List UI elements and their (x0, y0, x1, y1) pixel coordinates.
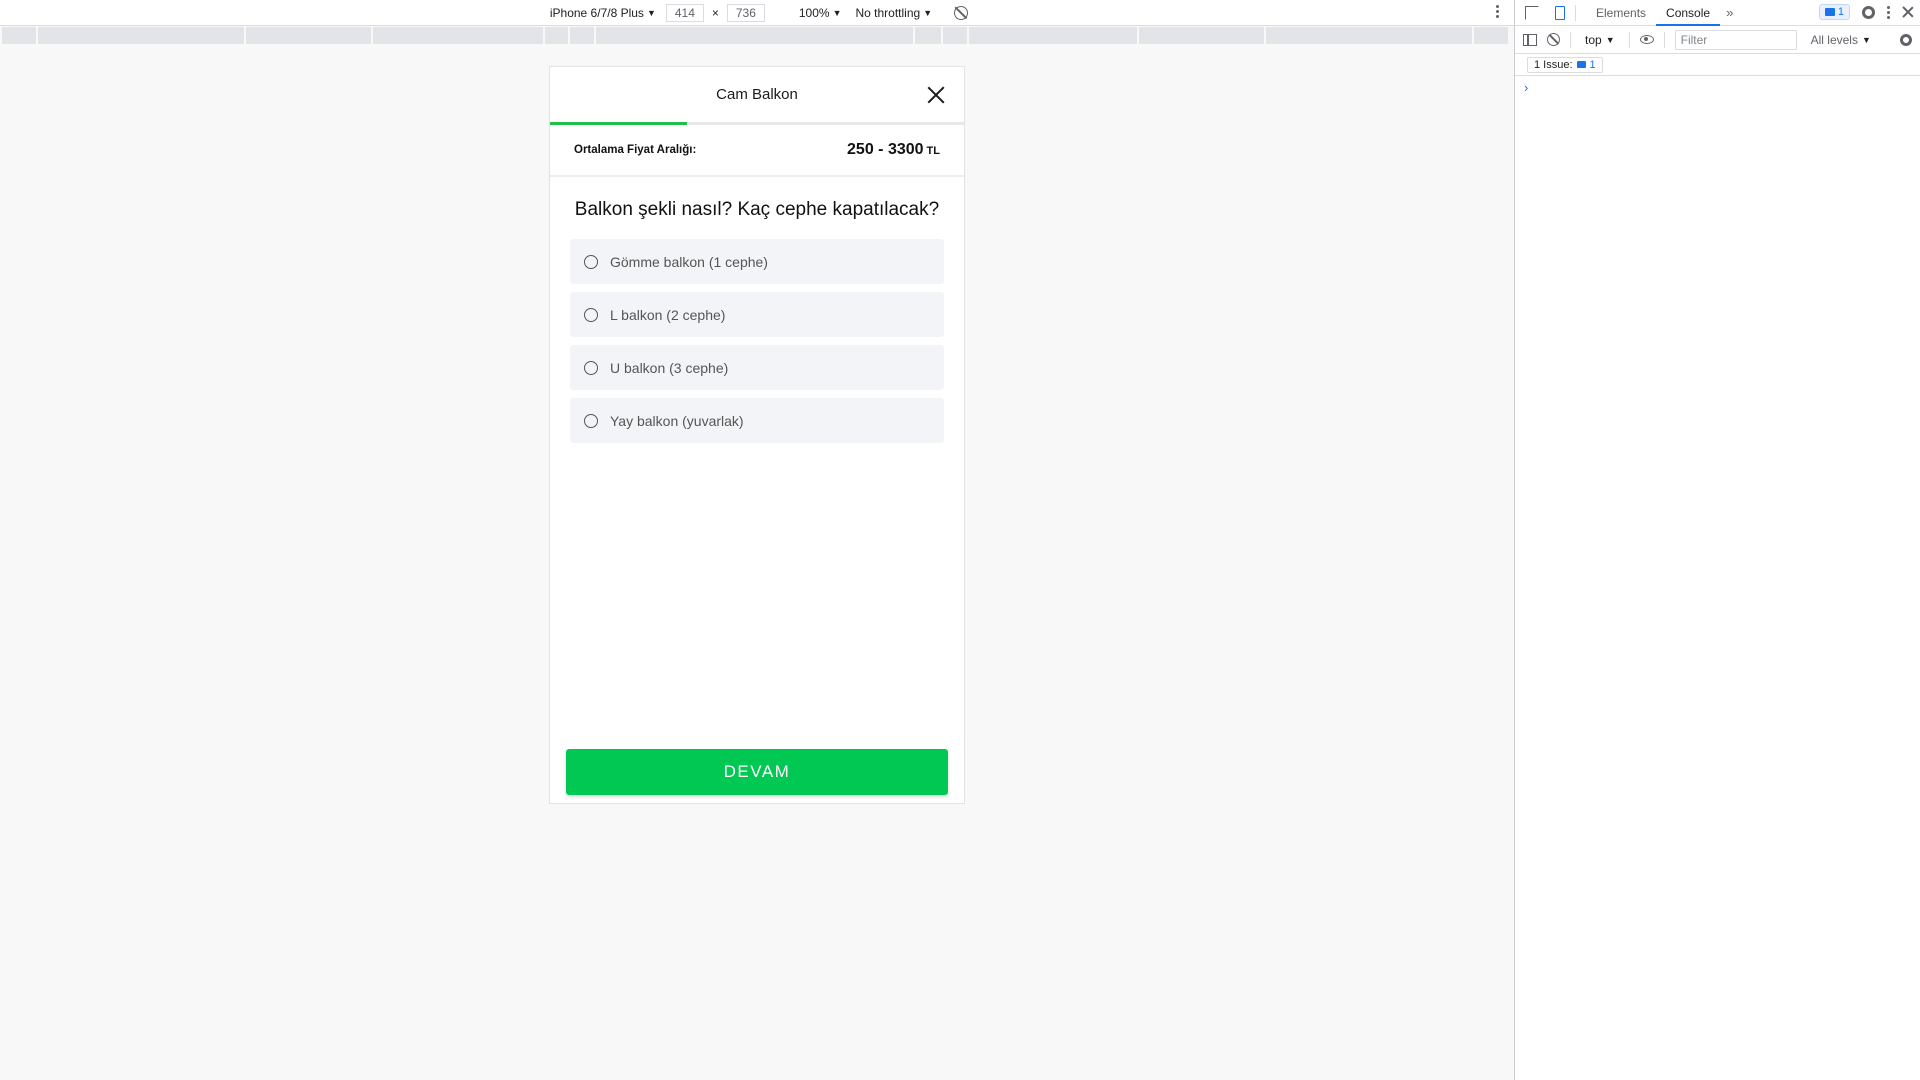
console-toolbar: top ▼ All levels ▼ (1515, 26, 1920, 54)
more-tabs-icon[interactable]: » (1726, 5, 1733, 20)
devtools-panel: Elements Console » 1 top ▼ All levels ▼ (1514, 0, 1920, 1080)
media-query-segment[interactable] (246, 27, 371, 44)
device-controls: iPhone 6/7/8 Plus ▼ 414 × 736 100% ▼ No … (546, 3, 969, 22)
issues-button[interactable]: 1 Issue: 1 (1527, 56, 1603, 73)
caret-down-icon: ▼ (1605, 34, 1615, 45)
option-label: Gömme balkon (1 cephe) (610, 253, 768, 270)
console-filter-input[interactable] (1674, 29, 1797, 50)
progress-bar (550, 122, 687, 125)
caret-down-icon: ▼ (1861, 34, 1871, 45)
close-icon[interactable] (926, 85, 946, 105)
issues-count: 1 (1589, 58, 1596, 71)
tab-elements[interactable]: Elements (1586, 0, 1656, 26)
option-list: Gömme balkon (1 cephe) L balkon (2 cephe… (550, 239, 964, 443)
context-select[interactable]: top ▼ (1581, 33, 1619, 47)
continue-button[interactable]: DEVAM (566, 749, 948, 795)
media-query-segment[interactable] (1266, 27, 1472, 44)
option-item[interactable]: Gömme balkon (1 cephe) (570, 239, 944, 284)
log-levels-select[interactable]: All levels ▼ (1811, 33, 1871, 47)
issues-badge-count: 1 (1837, 6, 1844, 18)
caret-down-icon: ▼ (923, 7, 933, 18)
caret-down-icon: ▼ (832, 7, 842, 18)
message-icon (1576, 61, 1586, 68)
radio-icon[interactable] (584, 254, 598, 269)
media-query-bar[interactable] (0, 27, 1512, 44)
media-query-segment[interactable] (1139, 27, 1264, 44)
clear-console-icon[interactable] (1547, 33, 1560, 46)
throttling-value: No throttling (855, 5, 921, 20)
option-item[interactable]: L balkon (2 cephe) (570, 292, 944, 337)
dimension-separator: × (711, 5, 719, 20)
rotate-icon[interactable] (954, 5, 969, 20)
caret-down-icon: ▼ (646, 7, 656, 18)
media-query-segment[interactable] (969, 27, 1137, 44)
settings-icon[interactable] (1862, 5, 1875, 19)
radio-icon[interactable] (584, 413, 598, 428)
option-label: Yay balkon (yuvarlak) (610, 412, 744, 429)
media-query-segment[interactable] (943, 27, 967, 44)
context-value: top (1585, 32, 1602, 47)
modal-title: Cam Balkon (716, 86, 798, 103)
question-title: Balkon şekli nasıl? Kaç cephe kapatılaca… (574, 199, 940, 220)
media-query-segment[interactable] (38, 27, 244, 44)
price-label: Ortalama Fiyat Aralığı: (574, 144, 697, 156)
device-toolbar: iPhone 6/7/8 Plus ▼ 414 × 736 100% ▼ No … (0, 0, 1514, 26)
close-icon[interactable] (1902, 6, 1914, 18)
height-input[interactable]: 736 (726, 3, 765, 22)
media-query-segment[interactable] (373, 27, 543, 44)
option-label: U balkon (3 cephe) (610, 359, 729, 376)
issues-label: 1 Issue: (1534, 58, 1573, 71)
console-prompt[interactable]: › (1515, 76, 1920, 95)
log-levels-value: All levels (1810, 32, 1858, 47)
zoom-select[interactable]: 100% ▼ (795, 6, 846, 20)
option-item[interactable]: Yay balkon (yuvarlak) (570, 398, 944, 443)
radio-icon[interactable] (584, 307, 598, 322)
devtools-tabbar: Elements Console » 1 (1515, 0, 1920, 26)
media-query-segment[interactable] (915, 27, 941, 44)
device-select[interactable]: iPhone 6/7/8 Plus ▼ (546, 6, 660, 20)
live-expression-icon[interactable] (1639, 35, 1654, 44)
media-query-segment[interactable] (570, 27, 594, 44)
more-options-icon[interactable] (1887, 5, 1890, 19)
option-item[interactable]: U balkon (3 cephe) (570, 345, 944, 390)
message-icon (1824, 8, 1835, 16)
price-range-row: Ortalama Fiyat Aralığı: 250 - 3300 TL (550, 125, 964, 177)
quote-modal: Cam Balkon Ortalama Fiyat Aralığı: 250 -… (549, 66, 965, 804)
radio-icon[interactable] (584, 360, 598, 375)
console-sidebar-icon[interactable] (1523, 33, 1537, 46)
price-unit: TL (926, 145, 940, 157)
option-label: L balkon (2 cephe) (610, 306, 726, 323)
issues-badge[interactable]: 1 (1818, 4, 1850, 20)
issues-row: 1 Issue: 1 (1515, 54, 1920, 76)
tab-console[interactable]: Console (1656, 0, 1721, 26)
device-name: iPhone 6/7/8 Plus (549, 5, 644, 20)
console-settings-icon[interactable] (1900, 34, 1912, 46)
media-query-segment[interactable] (1474, 27, 1508, 44)
media-query-segment[interactable] (2, 27, 36, 44)
width-input[interactable]: 414 (665, 3, 704, 22)
more-options-icon[interactable] (1496, 5, 1500, 18)
throttling-select[interactable]: No throttling ▼ (852, 6, 937, 20)
price-range: 250 - 3300 (847, 141, 924, 158)
modal-header: Cam Balkon (550, 67, 964, 125)
inspect-element-icon[interactable] (1525, 5, 1539, 20)
zoom-value: 100% (798, 5, 830, 20)
device-toolbar-icon[interactable] (1555, 5, 1565, 20)
price-value: 250 - 3300 TL (847, 141, 940, 159)
media-query-segment[interactable] (596, 27, 913, 44)
media-query-segment[interactable] (545, 27, 568, 44)
